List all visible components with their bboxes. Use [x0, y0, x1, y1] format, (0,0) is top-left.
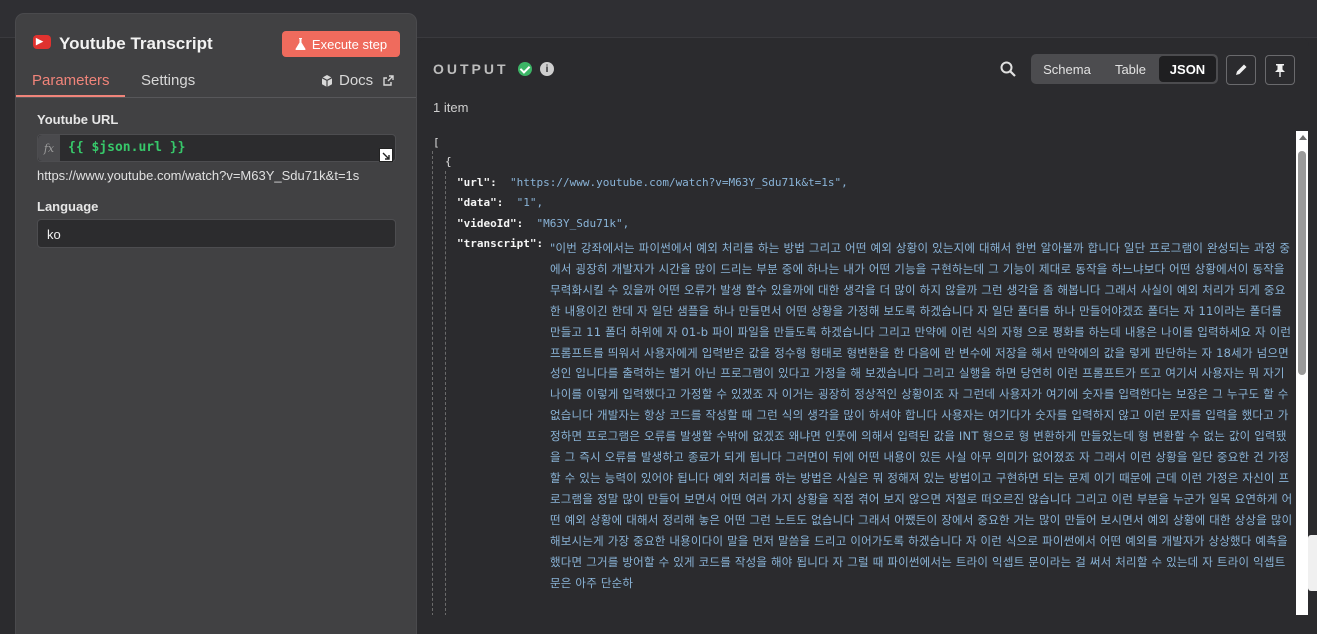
output-title: OUTPUT: [433, 61, 509, 77]
json-row-url: "url": "https://www.youtube.com/watch?v=…: [457, 176, 848, 189]
json-value: "1",: [516, 196, 544, 209]
search-icon[interactable]: [1000, 61, 1016, 77]
transcript-value: "이번 강좌에서는 파이썬에서 예외 처리를 하는 방법 그리고 어떤 예외 상…: [550, 241, 1293, 590]
expression-fx-badge: fx: [38, 135, 60, 161]
edit-output-button[interactable]: [1226, 55, 1256, 85]
url-expression: {{ $json.url }}: [68, 140, 186, 155]
pin-output-button[interactable]: [1265, 55, 1295, 85]
info-icon[interactable]: i: [540, 62, 554, 76]
panel-tabs: Parameters Settings Docs: [16, 72, 416, 98]
side-panel-handle[interactable]: [1308, 535, 1317, 591]
pin-icon: [1275, 64, 1285, 77]
external-link-icon: [383, 75, 394, 86]
json-key: "url":: [457, 176, 497, 189]
json-row-videoid: "videoId": "M63Y_Sdu71k",: [457, 217, 629, 230]
execute-step-button[interactable]: Execute step: [282, 31, 400, 57]
view-switcher: Schema Table JSON: [1031, 54, 1218, 84]
tab-settings[interactable]: Settings: [141, 72, 195, 89]
json-value: "https://www.youtube.com/watch?v=M63Y_Sd…: [510, 176, 848, 189]
active-tab-indicator: [16, 95, 125, 97]
scroll-up-arrow[interactable]: [1299, 135, 1307, 140]
tab-table[interactable]: Table: [1103, 54, 1158, 84]
node-title: Youtube Transcript: [59, 34, 213, 53]
execute-step-label: Execute step: [311, 36, 388, 52]
json-row-data: "data": "1",: [457, 196, 543, 209]
tab-schema[interactable]: Schema: [1031, 54, 1103, 84]
tab-json[interactable]: JSON: [1159, 56, 1216, 82]
url-preview-text: https://www.youtube.com/watch?v=M63Y_Sdu…: [37, 168, 360, 183]
items-count: 1 item: [433, 100, 469, 115]
pencil-icon: [1236, 64, 1247, 75]
youtube-icon: ▶: [33, 35, 51, 49]
expand-editor-icon[interactable]: [379, 148, 393, 162]
json-row-transcript: "transcript":: [457, 237, 543, 250]
tab-parameters[interactable]: Parameters: [32, 72, 110, 89]
json-open-bracket: [: [433, 136, 440, 149]
json-viewer: [ { "url": "https://www.youtube.com/watc…: [418, 131, 1308, 615]
json-value: "M63Y_Sdu71k",: [536, 217, 630, 230]
json-indent-guide: [432, 151, 433, 615]
node-header: ▶ Youtube Transcript Execute step: [16, 14, 416, 72]
youtube-url-field[interactable]: fx {{ $json.url }}: [37, 134, 396, 162]
youtube-url-label: Youtube URL: [37, 112, 119, 127]
cube-icon: [321, 74, 333, 87]
scrollbar-thumb[interactable]: [1298, 151, 1306, 375]
json-key: "videoId":: [457, 217, 524, 230]
json-indent-guide: [445, 171, 446, 615]
json-key: "transcript":: [457, 237, 544, 250]
json-key: "data":: [457, 196, 504, 209]
language-value: ko: [47, 227, 61, 242]
output-panel: OUTPUT i Schema Table JSON 1 item [ { "u…: [418, 38, 1309, 615]
json-open-brace: {: [445, 155, 452, 168]
success-check-icon: [518, 62, 532, 76]
docs-link[interactable]: Docs: [321, 72, 394, 89]
language-input[interactable]: ko: [37, 219, 396, 248]
docs-label: Docs: [339, 72, 374, 89]
language-label: Language: [37, 199, 99, 214]
flask-icon: [295, 38, 306, 50]
node-parameters-panel: ▶ Youtube Transcript Execute step Parame…: [16, 14, 416, 634]
